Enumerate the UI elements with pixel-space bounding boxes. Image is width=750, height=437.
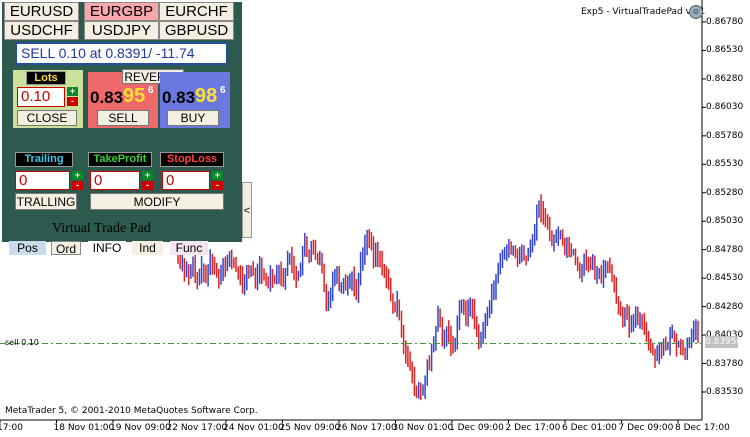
symbol-eurgbp[interactable]: EURGBP: [84, 2, 159, 21]
lots-minus-button[interactable]: -: [67, 97, 78, 106]
position-summary: SELL 0.10 at 0.8391/ -11.74: [15, 42, 228, 65]
price-bars: [177, 194, 699, 401]
tab-func[interactable]: Func: [170, 241, 208, 255]
sell-button[interactable]: SELL: [97, 110, 149, 126]
x-tick-label: 17:00: [0, 423, 23, 433]
y-tick-label: 0.85530: [706, 159, 744, 170]
y-tick-label: 0.85030: [706, 216, 744, 227]
x-tick-label: 6 Dec 01:00: [562, 423, 617, 433]
y-tick-label: 0.86780: [706, 17, 744, 27]
lots-label: Lots: [26, 71, 66, 85]
x-tick-label: 1 Dec 09:00: [449, 423, 504, 433]
panel-title: Virtual Trade Pad: [52, 221, 151, 236]
x-tick-label: 18 Nov 01:00: [53, 423, 115, 433]
stoploss-plus-button[interactable]: +: [212, 171, 223, 180]
stoploss-input[interactable]: 0: [162, 171, 210, 190]
trailing-input[interactable]: 0: [15, 171, 70, 190]
lots-plus-button[interactable]: +: [67, 87, 78, 96]
sell-line-label: sell 0.10: [5, 338, 39, 347]
sell-price-main: 0.83: [90, 88, 124, 107]
y-tick-label: 0.86030: [706, 102, 744, 113]
x-tick-label: 30 Nov 01:00: [392, 423, 454, 433]
x-tick-label: 22 Nov 17:00: [166, 423, 228, 433]
modify-button[interactable]: MODIFY: [90, 193, 224, 210]
tab-ord[interactable]: Ord: [51, 241, 81, 256]
x-tick-label: 7 Dec 09:00: [618, 423, 674, 433]
y-tick-label: 0.84780: [706, 244, 744, 255]
buy-button[interactable]: BUY: [167, 110, 219, 126]
close-button[interactable]: CLOSE: [17, 110, 77, 126]
x-tick-label: 2 Dec 17:00: [505, 423, 561, 433]
window-title: Exp5 - VirtualTradePad v4.1: [581, 7, 706, 17]
symbol-usdjpy[interactable]: USDJPY: [84, 21, 159, 40]
x-tick-label: 19 Nov 09:00: [110, 423, 171, 433]
sell-price-pips: 95: [123, 85, 146, 107]
virtual-trade-pad: EURUSD EURGBP EURCHF USDCHF USDJPY GBPUS…: [2, 2, 242, 242]
stoploss-label: StopLoss: [160, 152, 224, 167]
tab-ind[interactable]: Ind: [132, 241, 163, 255]
x-tick-label: 26 Nov 17:00: [336, 423, 397, 433]
expert-smiley-icon: ☺: [689, 5, 703, 19]
y-tick-label: 0.83530: [706, 387, 744, 397]
trailing-plus-button[interactable]: +: [72, 171, 83, 180]
y-tick-label: 0.85280: [706, 187, 744, 198]
copyright-text: MetaTrader 5, © 2001-2010 MetaQuotes Sof…: [5, 406, 258, 416]
buy-price-pips: 98: [195, 85, 218, 107]
y-tick-label: 0.84530: [706, 273, 744, 284]
y-tick-label: 0.86530: [706, 45, 744, 56]
sell-price-fraction: 6: [148, 85, 154, 96]
takeprofit-minus-button[interactable]: -: [142, 181, 153, 190]
x-tick-label: 8 Dec 17:00: [675, 423, 730, 433]
tab-pos[interactable]: Pos: [9, 241, 46, 255]
y-tick-label: 0.84280: [706, 301, 744, 312]
symbol-eurchf[interactable]: EURCHF: [159, 2, 234, 21]
sell-line-price-tag: 0.83956: [705, 336, 743, 348]
trailing-minus-button[interactable]: -: [72, 181, 83, 190]
symbol-eurusd[interactable]: EURUSD: [4, 2, 79, 21]
stoploss-minus-button[interactable]: -: [212, 181, 223, 190]
lots-input[interactable]: 0.10: [17, 87, 65, 107]
collapse-panel-button[interactable]: <: [242, 182, 252, 238]
trailing-button[interactable]: TRALLING: [15, 193, 77, 210]
takeprofit-label: TakeProfit: [88, 152, 152, 167]
symbol-gbpusd[interactable]: GBPUSD: [159, 21, 234, 40]
y-tick-label: 0.86280: [706, 73, 744, 84]
y-tick-label: 0.85780: [706, 130, 744, 141]
buy-price-main: 0.83: [162, 88, 196, 107]
buy-price-fraction: 6: [220, 85, 226, 96]
y-tick-label: 0.83780: [706, 358, 744, 369]
x-tick-label: 25 Nov 09:00: [279, 423, 341, 433]
x-tick-label: 24 Nov 01:00: [223, 423, 284, 433]
symbol-usdchf[interactable]: USDCHF: [4, 21, 79, 40]
tab-info[interactable]: INFO: [88, 241, 126, 255]
takeprofit-plus-button[interactable]: +: [142, 171, 153, 180]
takeprofit-input[interactable]: 0: [90, 171, 140, 190]
trailing-label: Trailing: [15, 152, 73, 167]
